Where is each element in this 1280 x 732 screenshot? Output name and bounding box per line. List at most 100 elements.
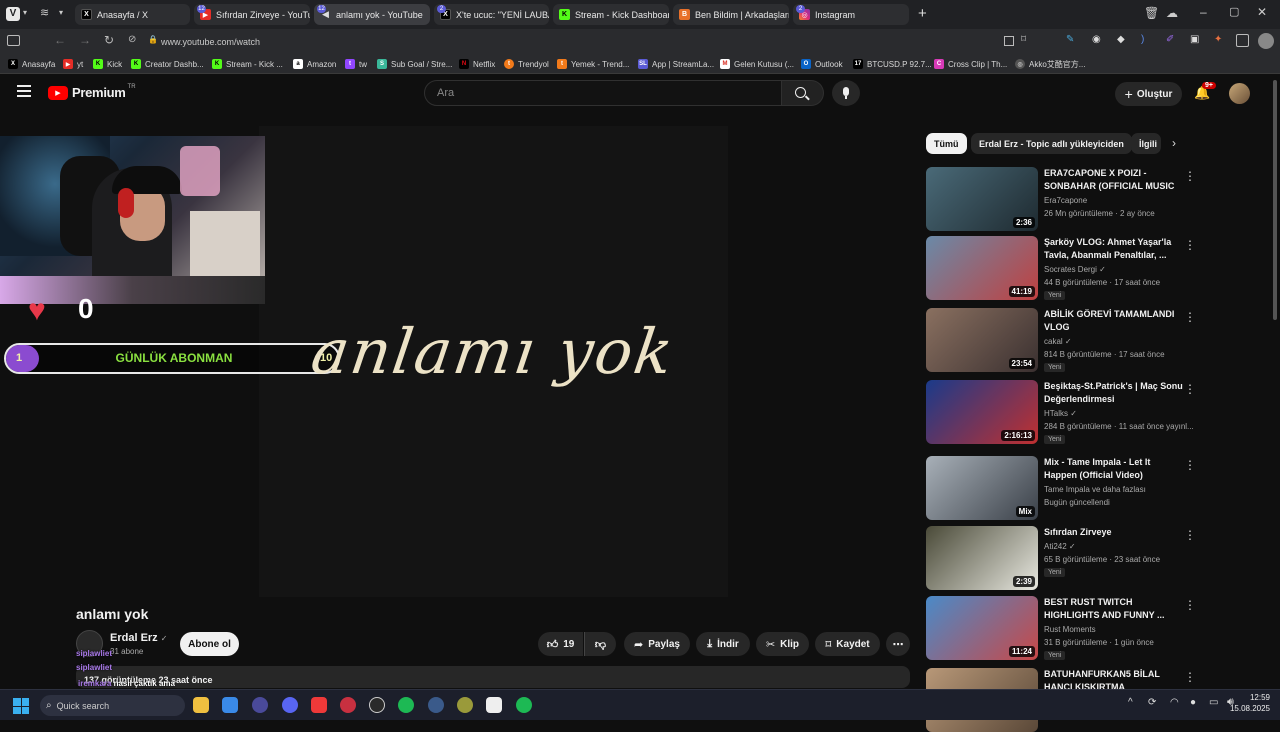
dislike-button[interactable]: 👎︎ <box>584 632 616 656</box>
recommendation-title[interactable]: Şarköy VLOG: Ahmet Yaşar'la Tavla, Abanm… <box>1044 236 1184 262</box>
bookmark-btcusd[interactable]: 17 BTCUSD.P 92.7... <box>853 57 932 71</box>
back-icon[interactable]: ← <box>54 33 66 47</box>
windows-start-icon[interactable] <box>13 698 29 714</box>
recommendation-title[interactable]: Beşiktaş-St.Patrick's | Maç Sonu Değerle… <box>1044 380 1184 406</box>
voice-search-button[interactable] <box>832 80 860 106</box>
extension-icon[interactable]: ◆ <box>1117 34 1125 45</box>
reader-icon[interactable] <box>1004 36 1014 46</box>
tab-x-post[interactable]: X 2 X'te ucuc: "YENİ LAUBALİ <box>434 4 549 25</box>
file-explorer-icon[interactable] <box>193 697 209 713</box>
spotify-icon[interactable] <box>398 697 414 713</box>
bookmark-trendyol[interactable]: t Trendyol <box>504 57 549 71</box>
bookmark-yemek-trendyol[interactable]: t Yemek - Trend... <box>557 57 629 71</box>
more-vertical-icon[interactable]: ⋮ <box>1184 528 1196 542</box>
store-icon[interactable] <box>222 697 238 713</box>
extension-icon[interactable]: ✦ <box>1214 34 1222 45</box>
app-icon[interactable] <box>252 697 268 713</box>
recommendation-title[interactable]: ERA7CAPONE X POIZI - SONBAHAR (OFFICIAL … <box>1044 167 1184 193</box>
tab-stack-icon[interactable]: ≋ <box>40 6 49 19</box>
reload-icon[interactable]: ↻ <box>104 33 114 47</box>
recommendation-channel[interactable]: Era7capone <box>1044 196 1087 205</box>
video-thumbnail[interactable]: 2:16:13 <box>926 380 1038 444</box>
url-field[interactable]: www.youtube.com/watch <box>161 34 1011 50</box>
tab-ben-bildim[interactable]: B Ben Bildim | Arkadaşlarınla <box>673 4 789 25</box>
recommendation-item[interactable]: Mix Mix - Tame Impala - Let It Happen (Of… <box>926 456 1196 520</box>
sidebar-toggle-icon[interactable] <box>7 35 20 46</box>
obs-icon[interactable] <box>369 697 385 713</box>
spotify-icon[interactable] <box>516 697 532 713</box>
recommendation-channel[interactable]: cakal ✓ <box>1044 337 1072 346</box>
bookmark-outlook[interactable]: O Outlook <box>801 57 843 71</box>
page-scrollbar[interactable] <box>1273 80 1277 320</box>
extension-icon[interactable]: ▣ <box>1190 34 1199 45</box>
bookmark-kick[interactable]: K Kick <box>93 57 122 71</box>
more-vertical-icon[interactable]: ⋮ <box>1184 310 1196 324</box>
tab-instagram[interactable]: ◎ 2 Instagram <box>793 4 909 25</box>
tab-kick-dashboard[interactable]: K Stream - Kick Dashboard <box>553 4 669 25</box>
clock[interactable]: 12:59 15.08.2025 <box>1226 693 1270 713</box>
recommendation-title[interactable]: Sıfırdan Zirveye <box>1044 526 1184 539</box>
bookmark-netflix[interactable]: N Netflix <box>459 57 495 71</box>
bookmark-sub-goal[interactable]: S Sub Goal / Stre... <box>377 57 452 71</box>
display-icon[interactable]: ▭ <box>1209 697 1218 708</box>
bookmark-tw[interactable]: t tw <box>345 57 367 71</box>
recommendation-title[interactable]: ABİLİK GÖREVİ TAMAMLANDI VLOG <box>1044 308 1184 334</box>
recommendation-channel[interactable]: Socrates Dergi ✓ <box>1044 265 1106 274</box>
wifi-icon[interactable]: ◠ <box>1170 697 1179 708</box>
recommendation-item[interactable]: 11:24 BEST RUST TWITCH HIGHLIGHTS AND FUN… <box>926 596 1196 660</box>
more-actions-button[interactable]: ⋯ <box>886 632 910 656</box>
bookmark-cross-clip[interactable]: C Cross Clip | Th... <box>934 57 1007 71</box>
avatar[interactable] <box>1229 83 1250 104</box>
minimize-icon[interactable]: – <box>1200 5 1207 19</box>
bookmark-amazon[interactable]: a Amazon <box>293 57 336 71</box>
microphone-icon[interactable]: ● <box>1190 697 1196 708</box>
close-icon[interactable]: ✕ <box>1257 5 1267 19</box>
new-tab-icon[interactable]: + <box>918 5 927 22</box>
share-button[interactable]: ➦ Paylaş <box>624 632 690 656</box>
more-vertical-icon[interactable]: ⋮ <box>1184 458 1196 472</box>
shield-icon[interactable]: ⊘ <box>128 34 136 45</box>
extension-icon[interactable]: ✐ <box>1166 34 1174 45</box>
vivaldi-menu-icon[interactable]: V <box>6 7 20 21</box>
video-thumbnail[interactable]: 11:24 <box>926 596 1038 660</box>
recommendation-item[interactable]: 2:39 Sıfırdan Zirveye Ati242 ✓ 65 B görüntü… <box>926 526 1196 590</box>
more-vertical-icon[interactable]: ⋮ <box>1184 670 1196 684</box>
cloud-sync-icon[interactable]: ☁ <box>1166 6 1178 20</box>
recommendation-item[interactable]: 23:54 ABİLİK GÖREVİ TAMAMLANDI VLOG cakal … <box>926 308 1196 372</box>
download-button[interactable]: ⤓ İndir <box>696 632 750 656</box>
video-thumbnail[interactable]: 2:36 <box>926 167 1038 231</box>
forward-icon[interactable]: → <box>79 33 91 47</box>
recommendation-channel[interactable]: HTalks ✓ <box>1044 409 1077 418</box>
video-thumbnail[interactable]: 2:39 <box>926 526 1038 590</box>
recommendation-channel[interactable]: Rust Moments <box>1044 625 1096 634</box>
video-thumbnail[interactable]: 23:54 <box>926 308 1038 372</box>
bookmark-streamlabs[interactable]: SL App | StreamLa... <box>638 57 714 71</box>
video-thumbnail[interactable]: 41:19 <box>926 236 1038 300</box>
clip-button[interactable]: ✂ Klip <box>756 632 809 656</box>
save-button[interactable]: ⌑ Kaydet <box>815 632 880 656</box>
app-icon[interactable] <box>428 697 444 713</box>
tray-icon[interactable]: ⟳ <box>1148 697 1156 708</box>
app-icon[interactable] <box>340 697 356 713</box>
taskbar-search[interactable]: ⌕ Quick search <box>40 695 185 716</box>
chip-from-uploader[interactable]: Erdal Erz - Topic adlı yükleyiciden <box>971 133 1132 154</box>
channel-name[interactable]: Erdal Erz ✓ <box>110 632 167 644</box>
subscribe-button[interactable]: Abone ol <box>180 632 239 656</box>
bookmark-icon[interactable]: ⌑ <box>1021 34 1026 45</box>
bookmark-yt[interactable]: ▶ yt <box>63 57 83 71</box>
maximize-icon[interactable]: ▢ <box>1229 5 1239 18</box>
trash-icon[interactable]: 🗑 <box>1144 6 1159 20</box>
more-vertical-icon[interactable]: ⋮ <box>1184 238 1196 252</box>
chevron-right-icon[interactable]: › <box>1172 136 1176 150</box>
recommendation-title[interactable]: Mix - Tame Impala - Let It Happen (Offic… <box>1044 456 1184 482</box>
extension-icon[interactable]: ◉ <box>1092 34 1101 45</box>
capcut-icon[interactable] <box>486 697 502 713</box>
recommendation-item[interactable]: 2:16:13 Beşiktaş-St.Patrick's | Maç Sonu … <box>926 380 1196 444</box>
chevron-down-icon[interactable]: ▾ <box>59 8 63 17</box>
search-button[interactable] <box>782 80 824 106</box>
bookmark-creator-dashboard[interactable]: K Creator Dashb... <box>131 57 204 71</box>
tray-chevron-up-icon[interactable]: ^ <box>1128 697 1133 708</box>
notifications-button[interactable]: 🔔 9+ <box>1194 82 1216 101</box>
vivaldi-icon[interactable] <box>311 697 327 713</box>
create-button[interactable]: + Oluştur <box>1115 82 1182 106</box>
